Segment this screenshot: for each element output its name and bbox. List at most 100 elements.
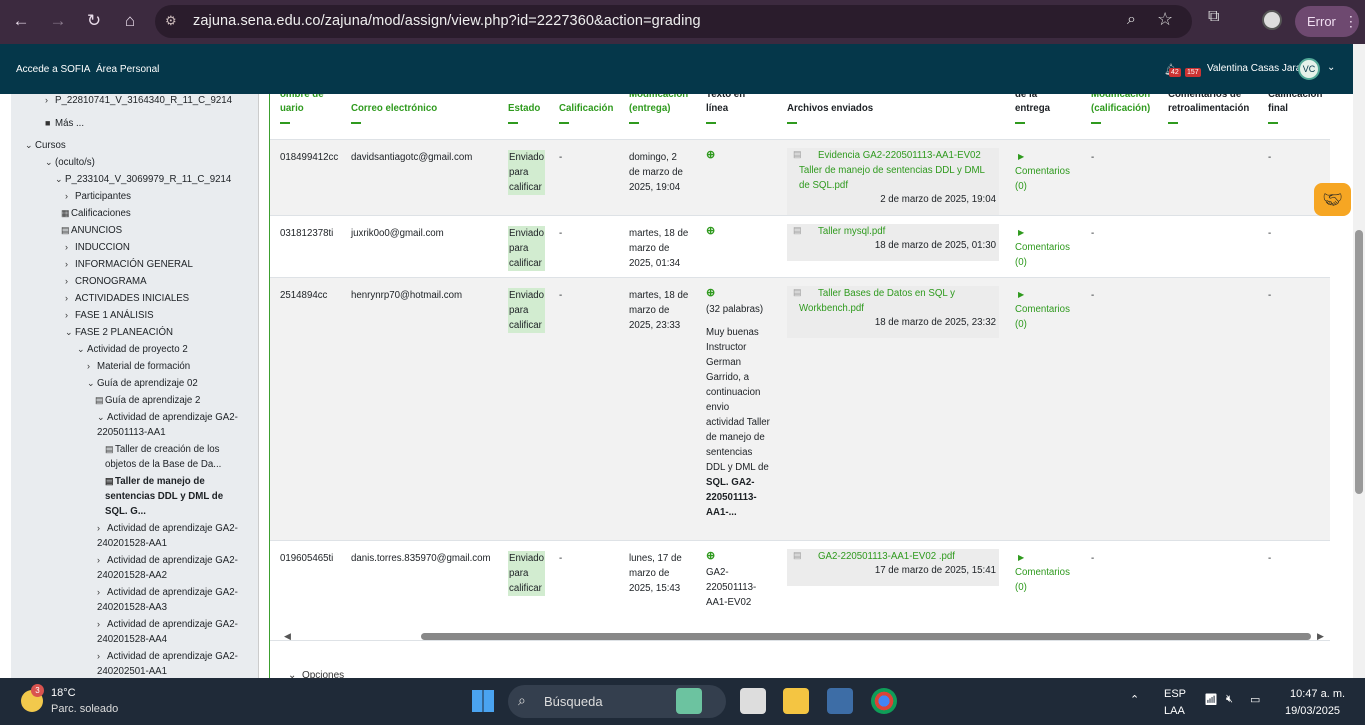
sidebar-item[interactable]: › FASE 1 ANÁLISIS bbox=[65, 308, 154, 323]
collapse-final-dash[interactable] bbox=[1268, 122, 1278, 124]
keyboard-layout[interactable]: LAA bbox=[1164, 705, 1185, 717]
chevron-down-icon[interactable]: ⌄ bbox=[87, 376, 97, 391]
clock-date[interactable]: 19/03/2025 bbox=[1285, 705, 1340, 717]
site-info-icon[interactable]: ⚙ bbox=[165, 13, 181, 29]
address-bar[interactable]: ⚙ zajuna.sena.edu.co/zajuna/mod/assign/v… bbox=[155, 5, 1192, 38]
tray-expand-icon[interactable]: ⌃ bbox=[1130, 693, 1139, 706]
zoom-in-icon[interactable]: ⊕ bbox=[706, 224, 715, 237]
user-avatar[interactable]: VC bbox=[1298, 58, 1320, 80]
extensions-icon[interactable]: ⧉ bbox=[1208, 8, 1219, 26]
page-icon[interactable]: ▤ bbox=[105, 474, 115, 489]
collapse-user-dash[interactable] bbox=[280, 122, 290, 124]
home-icon[interactable]: ⌂ bbox=[116, 7, 144, 35]
zoom-icon[interactable]: ⌕ bbox=[1127, 11, 1136, 29]
nav-link-sofia[interactable]: Accede a SOFIA bbox=[16, 64, 90, 75]
sidebar-item[interactable]: › ACTIVIDADES INICIALES bbox=[65, 291, 189, 306]
submitted-file[interactable]: ▤ Evidencia GA2-220501113-AA1-EV02 Taller … bbox=[787, 148, 999, 215]
sidebar-item[interactable]: ⌄ Cursos bbox=[25, 138, 66, 153]
horizontal-scroll-thumb[interactable] bbox=[421, 633, 1311, 640]
chevron-right-icon[interactable]: › bbox=[65, 274, 75, 289]
col-header-grade[interactable]: Calificación bbox=[559, 102, 613, 116]
file-link[interactable]: Taller de manejo de sentencias DDL y DML bbox=[799, 163, 985, 178]
chevron-right-icon[interactable]: › bbox=[65, 291, 75, 306]
file-link[interactable]: GA2-220501113-AA1-EV02 .pdf bbox=[818, 549, 955, 564]
reload-icon[interactable]: ↻ bbox=[80, 7, 108, 35]
copilot-app-icon[interactable] bbox=[676, 688, 702, 714]
submitted-file[interactable]: ▤ GA2-220501113-AA1-EV02 .pdf 17 de marzo … bbox=[787, 549, 999, 586]
page-icon[interactable]: ■ bbox=[45, 116, 55, 131]
collapse-grade-dash[interactable] bbox=[559, 122, 569, 124]
chevron-down-icon[interactable]: ⌄ bbox=[65, 325, 75, 340]
zoom-in-icon[interactable]: ⊕ bbox=[706, 286, 715, 299]
collapse-modified-dash[interactable] bbox=[629, 122, 639, 124]
sidebar-item[interactable]: ■ Más ... bbox=[45, 116, 84, 131]
clock-time[interactable]: 10:47 a. m. bbox=[1290, 688, 1345, 700]
comments-link[interactable]: Comentarios (0) bbox=[1015, 240, 1070, 270]
sidebar-item[interactable]: ▤Taller de creación de los objetos de la … bbox=[105, 442, 221, 472]
user-menu-chevron-icon[interactable]: ⌄ bbox=[1327, 62, 1335, 73]
col-header-user[interactable]: ombre de uario bbox=[280, 94, 324, 116]
chevron-right-icon[interactable]: › bbox=[65, 189, 75, 204]
sidebar-item[interactable]: › Material de formación bbox=[87, 359, 190, 374]
submitted-file[interactable]: ▤ Taller mysql.pdf 18 de marzo de 2025, 01… bbox=[787, 224, 999, 261]
chevron-right-icon[interactable]: › bbox=[97, 521, 107, 536]
expand-comments-icon[interactable]: ▶ bbox=[1018, 149, 1024, 164]
sidebar-item[interactable]: ⌄ Guía de aprendizaje 02 bbox=[87, 376, 198, 391]
horizontal-scrollbar[interactable]: ◀ ▶ bbox=[284, 631, 1327, 641]
col-header-modified-grade[interactable]: Modificación (calificación) bbox=[1091, 94, 1150, 116]
page-icon[interactable]: ▤ bbox=[105, 442, 115, 457]
sidebar-item[interactable]: › Actividad de aprendizaje GA2- 240201528-… bbox=[97, 617, 238, 647]
file-link[interactable]: de SQL.pdf bbox=[799, 178, 848, 193]
comments-link[interactable]: Comentarios (0) bbox=[1015, 565, 1070, 595]
windows-start-icon[interactable] bbox=[472, 690, 494, 712]
vertical-scrollbar[interactable] bbox=[1353, 44, 1365, 678]
sidebar-item[interactable]: › Actividad de aprendizaje GA2- 240201528-… bbox=[97, 521, 238, 551]
chevron-right-icon[interactable]: › bbox=[65, 240, 75, 255]
collapse-subcomments-dash[interactable] bbox=[1015, 122, 1025, 124]
collapse-email-dash[interactable] bbox=[351, 122, 361, 124]
chevron-right-icon[interactable]: › bbox=[65, 308, 75, 323]
collapse-files-dash[interactable] bbox=[787, 122, 797, 124]
sidebar-item[interactable]: › Actividad de aprendizaje GA2- 240201528-… bbox=[97, 585, 238, 615]
page-icon[interactable]: ▦ bbox=[61, 206, 71, 221]
chrome-icon[interactable] bbox=[871, 688, 897, 714]
expand-comments-icon[interactable]: ▶ bbox=[1018, 550, 1024, 565]
sidebar-item[interactable]: › INFORMACIÓN GENERAL bbox=[65, 257, 193, 272]
volume-icon[interactable]: 🔇︎ bbox=[1226, 693, 1233, 706]
comments-link[interactable]: Comentarios (0) bbox=[1015, 164, 1070, 194]
sidebar-item[interactable]: ⌄ Actividad de proyecto 2 bbox=[77, 342, 188, 357]
comments-link[interactable]: Comentarios (0) bbox=[1015, 302, 1070, 332]
sidebar-item[interactable]: ⌄ FASE 2 PLANEACIÓN bbox=[65, 325, 173, 340]
file-explorer-icon[interactable] bbox=[783, 688, 809, 714]
col-header-modified[interactable]: Modificación (entrega) bbox=[629, 94, 688, 116]
expand-comments-icon[interactable]: ▶ bbox=[1018, 225, 1024, 240]
collapse-online-dash[interactable] bbox=[706, 122, 716, 124]
submitted-file[interactable]: ▤ Taller Bases de Datos en SQL y Workbench… bbox=[787, 286, 999, 338]
chevron-right-icon[interactable]: › bbox=[87, 359, 97, 374]
bookmark-star-icon[interactable]: ☆ bbox=[1157, 9, 1173, 30]
sidebar-item[interactable]: › Participantes bbox=[65, 189, 131, 204]
task-view-icon[interactable] bbox=[740, 688, 766, 714]
profile-error-button[interactable]: Error ⋮ bbox=[1295, 6, 1359, 37]
file-link[interactable]: Taller Bases de Datos en SQL y bbox=[818, 286, 955, 301]
chevron-right-icon[interactable]: › bbox=[65, 257, 75, 272]
file-link[interactable]: Workbench.pdf bbox=[799, 301, 864, 316]
chevron-down-icon[interactable]: ⌄ bbox=[45, 155, 55, 170]
chevron-right-icon[interactable]: › bbox=[97, 649, 107, 664]
page-icon[interactable]: ▤ bbox=[95, 393, 105, 408]
weather-condition[interactable]: Parc. soleado bbox=[51, 703, 118, 715]
chevron-down-icon[interactable]: ⌄ bbox=[77, 342, 87, 357]
chevron-right-icon[interactable]: › bbox=[97, 553, 107, 568]
sidebar-item[interactable]: ▤ANUNCIOS bbox=[61, 223, 122, 238]
nav-link-area-personal[interactable]: Área Personal bbox=[96, 64, 159, 75]
back-icon[interactable]: ← bbox=[7, 7, 35, 35]
sidebar-item[interactable]: › Actividad de aprendizaje GA2- 240201528-… bbox=[97, 553, 238, 583]
vertical-scroll-thumb[interactable] bbox=[1355, 230, 1363, 494]
profile-avatar[interactable] bbox=[1262, 10, 1282, 30]
sidebar-item[interactable]: ⌄ (oculto/s) bbox=[45, 155, 95, 170]
sidebar-item[interactable]: ▤Taller de manejo de sentencias DDL y DML… bbox=[105, 474, 223, 519]
calculator-icon[interactable] bbox=[827, 688, 853, 714]
chevron-down-icon[interactable]: ⌄ bbox=[25, 138, 35, 153]
user-name[interactable]: Valentina Casas Jara bbox=[1207, 63, 1301, 74]
zoom-in-icon[interactable]: ⊕ bbox=[706, 148, 715, 161]
